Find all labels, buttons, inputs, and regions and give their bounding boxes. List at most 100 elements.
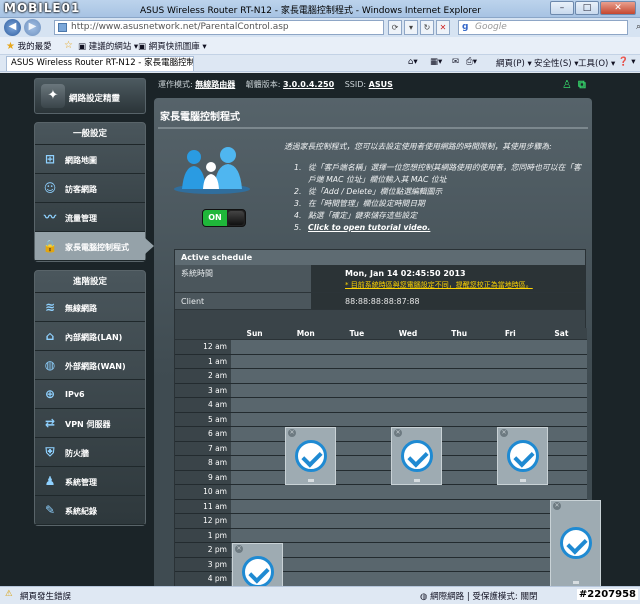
hour-cells[interactable]	[231, 369, 587, 383]
network-status-icon[interactable]: ⧉	[578, 78, 586, 92]
hour-row: 11 am	[175, 499, 587, 514]
advanced-item[interactable]: ◍ 外部網路(WAN)	[35, 351, 145, 380]
hour-cells[interactable]	[231, 354, 587, 368]
router-status: 運作模式: 無線路由器 韌體版本: 3.0.0.4.250 SSID: ASUS	[158, 80, 393, 89]
operation-mode-link[interactable]: 無線路由器	[195, 80, 235, 89]
hour-row: 12 am	[175, 340, 587, 355]
advanced-item[interactable]: ≋ 無線網路	[35, 293, 145, 322]
schedule-block[interactable]: ✕	[391, 427, 442, 485]
resize-handle[interactable]	[413, 479, 420, 482]
hour-cells[interactable]	[231, 412, 587, 426]
advanced-item[interactable]: ✎ 系統紀錄	[35, 496, 145, 525]
mail-icon[interactable]: ✉	[452, 57, 459, 67]
hour-label: 4 pm	[175, 572, 231, 586]
user-icon[interactable]: ♙	[562, 78, 572, 91]
advanced-item[interactable]: ⛨ 防火牆	[35, 438, 145, 467]
general-item[interactable]: 〰流量管理	[35, 203, 145, 232]
hour-label: 2 am	[175, 369, 231, 383]
menu-icon: ◍	[44, 358, 56, 372]
refresh-button[interactable]: ↻	[420, 20, 434, 35]
step-item: 2. 從「Add / Delete」欄位點選編輯圖示	[294, 187, 443, 196]
watermark-id: #2207958	[576, 589, 638, 600]
hour-cells[interactable]	[231, 398, 587, 412]
advanced-item[interactable]: ⊕ IPv6	[35, 380, 145, 409]
schedule-block[interactable]: ✕	[497, 427, 548, 485]
resize-handle[interactable]	[519, 479, 526, 482]
maximize-button[interactable]: □	[575, 1, 599, 15]
tutorial-link[interactable]: Click to open tutorial video.	[308, 223, 430, 232]
menu-label: 防火牆	[65, 449, 89, 458]
general-item[interactable]: ⊞ 網路地圖	[35, 145, 145, 174]
schedule-block[interactable]: ✕	[285, 427, 336, 485]
hour-cells[interactable]	[231, 499, 587, 513]
search-icon[interactable]: ⌕	[636, 21, 640, 34]
minimize-button[interactable]: –	[550, 1, 574, 15]
menu-safety[interactable]: 安全性(S) ▾	[534, 57, 579, 69]
title-divider	[158, 127, 588, 129]
menu-tools[interactable]: 工具(O) ▾	[578, 57, 615, 69]
timezone-warning[interactable]: * 目前系統時區與您電腦設定不同，提醒您校正為當地時區。	[345, 280, 585, 290]
hour-label: 12 pm	[175, 514, 231, 528]
delete-block-icon[interactable]: ✕	[394, 429, 402, 437]
menu-page[interactable]: 網頁(P) ▾	[496, 57, 532, 69]
warning-icon[interactable]: ⚠	[5, 589, 13, 599]
status-left-text[interactable]: 網頁發生錯誤	[20, 590, 71, 602]
firmware-link[interactable]: 3.0.0.4.250	[283, 80, 334, 89]
url-field[interactable]: http://www.asusnetwork.net/ParentalContr…	[54, 20, 384, 35]
home-icon[interactable]: ⌂▾	[408, 57, 418, 67]
ssid-link[interactable]: ASUS	[369, 80, 393, 89]
advanced-item[interactable]: ⇄ VPN 伺服器	[35, 409, 145, 438]
hour-cells[interactable]	[231, 572, 587, 586]
parental-control-toggle[interactable]: ON	[202, 209, 246, 227]
advanced-menu-header: 進階設定	[35, 271, 145, 293]
delete-block-icon[interactable]: ✕	[553, 501, 561, 510]
menu-icon: ⌂	[45, 329, 55, 343]
schedule-grid[interactable]: Sun Mon Tue Wed Thu Fri Sat 12 am 1 am 2 am 3 am 4…	[175, 328, 601, 586]
schedule-block[interactable]: ✕	[232, 543, 283, 586]
hour-cells[interactable]	[231, 528, 587, 542]
menu-icon: ⊕	[44, 387, 56, 401]
hour-cells[interactable]	[231, 543, 587, 557]
hour-label: 5 am	[175, 412, 231, 426]
add-favorite-icon[interactable]: ☆	[64, 40, 73, 51]
hour-cells[interactable]	[231, 340, 587, 354]
stop-button[interactable]: ✕	[436, 20, 450, 35]
suggested-sites-link[interactable]: ▣ 建議的網站 ▾	[78, 40, 138, 52]
client-value: 88:88:88:88:87:88	[311, 293, 585, 309]
menu-help[interactable]: ❓ ▾	[618, 57, 636, 67]
search-field[interactable]: g Google ⌕	[458, 20, 640, 35]
hour-cells[interactable]	[231, 383, 587, 397]
delete-block-icon[interactable]: ✕	[288, 429, 296, 437]
description-text: 透過家長控制程式，您可以去設定使用者使用網路的時間限制，其使用步驟為:	[284, 142, 552, 151]
delete-block-icon[interactable]: ✕	[235, 545, 243, 553]
quick-setup-button[interactable]: ✦ 網路設定精靈	[34, 78, 146, 114]
toggle-knob	[228, 211, 244, 225]
print-icon[interactable]: ⎙▾	[466, 57, 477, 67]
advanced-item[interactable]: ⌂ 內部網路(LAN)	[35, 322, 145, 351]
day-header-row: Sun Mon Tue Wed Thu Fri Sat	[175, 328, 587, 340]
general-item[interactable]: 🔒 家長電腦控制程式	[35, 232, 154, 261]
forward-button[interactable]: ▶	[24, 19, 41, 36]
delete-block-icon[interactable]: ✕	[500, 429, 508, 437]
resize-handle[interactable]	[307, 479, 314, 482]
dropdown-icon[interactable]: ▾	[404, 20, 418, 35]
general-item[interactable]: ☺ 訪客網路	[35, 174, 145, 203]
menu-icon: ⛨	[45, 445, 55, 459]
url-text: http://www.asusnetwork.net/ParentalContr…	[71, 22, 289, 32]
resize-handle[interactable]	[572, 580, 579, 584]
schedule-block[interactable]: ✕	[550, 499, 601, 586]
browser-tab[interactable]: ASUS Wireless Router RT-N12 - 家長電腦控制...	[6, 56, 194, 71]
feeds-icon[interactable]: ▦▾	[430, 57, 442, 67]
system-time-label: 系統時間	[175, 265, 311, 292]
advanced-item[interactable]: ♟ 系統管理	[35, 467, 145, 496]
hour-cells[interactable]	[231, 557, 587, 571]
close-button[interactable]: ✕	[600, 1, 636, 15]
favorites-button[interactable]: ★ 我的最愛	[6, 40, 52, 52]
web-slice-gallery-link[interactable]: ▣ 網頁快訊圖庫 ▾	[138, 40, 207, 52]
back-button[interactable]: ◀	[4, 19, 21, 36]
hour-cells[interactable]	[231, 514, 587, 528]
refresh-icon[interactable]: ⟳	[388, 20, 402, 35]
menu-label: 外部網路(WAN)	[65, 362, 126, 371]
hour-cells[interactable]	[231, 485, 587, 499]
toggle-on-label: ON	[203, 210, 227, 226]
